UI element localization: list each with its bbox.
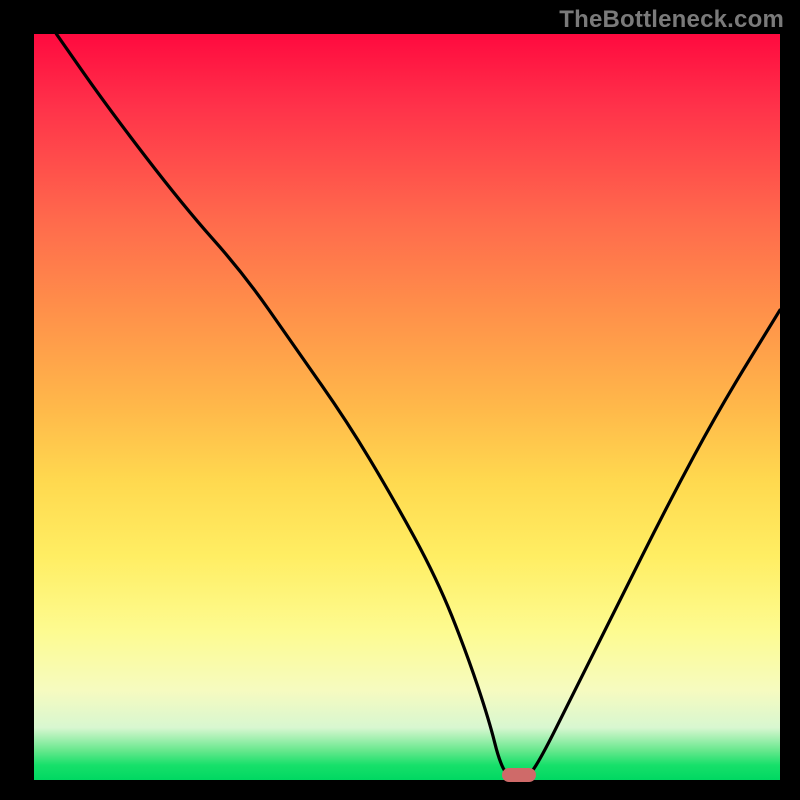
optimal-marker <box>502 768 536 782</box>
chart-frame: TheBottleneck.com <box>0 0 800 800</box>
plot-area <box>34 34 780 780</box>
bottleneck-curve <box>34 34 780 780</box>
watermark-text: TheBottleneck.com <box>559 6 784 34</box>
